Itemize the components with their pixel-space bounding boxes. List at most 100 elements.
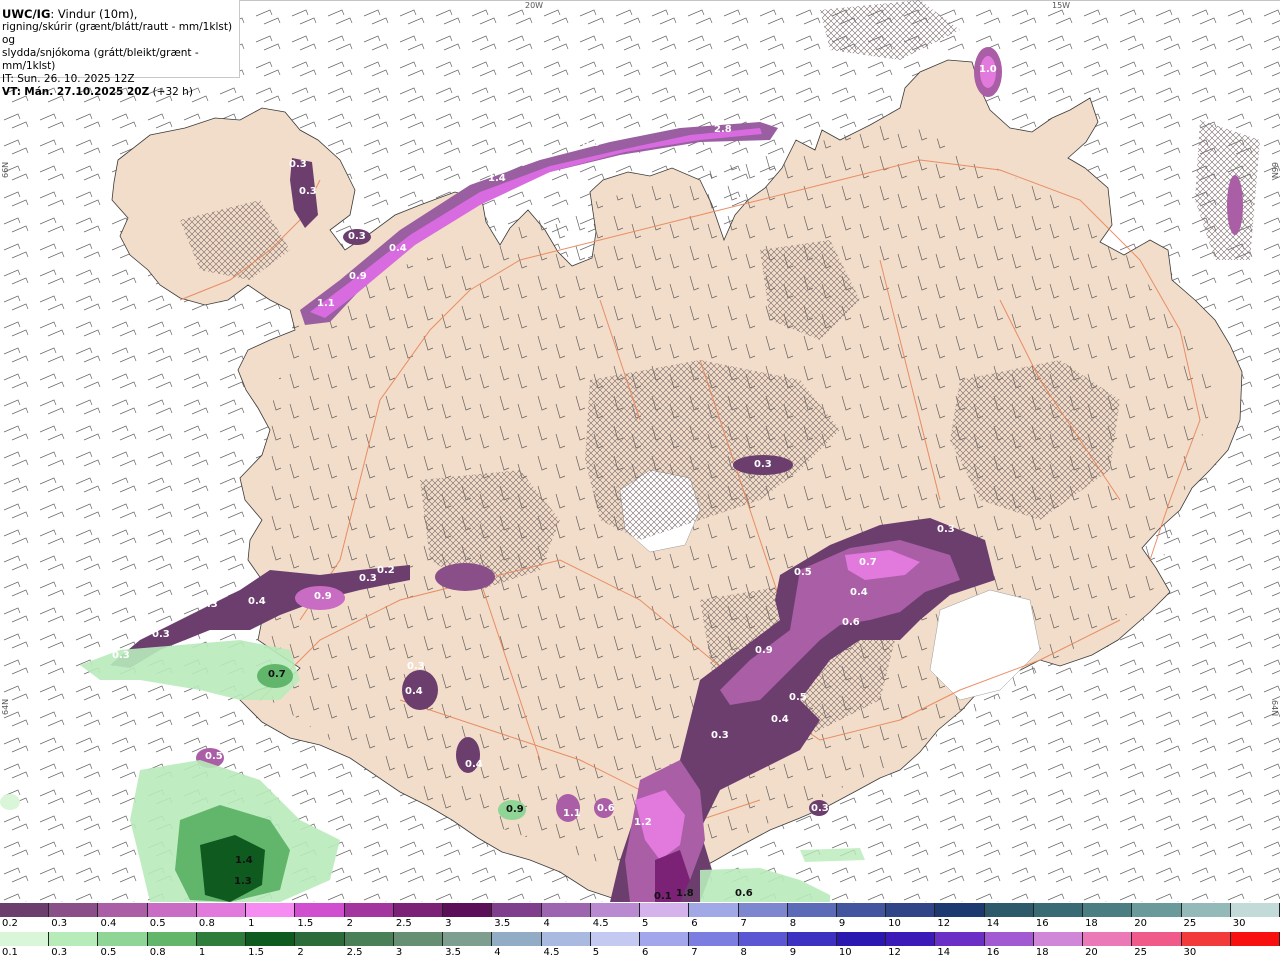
colorbar-rain [0, 932, 1280, 946]
colorbar-swatch [49, 932, 99, 946]
colorbar-swatch [935, 932, 985, 946]
colorbar-swatch [295, 932, 345, 946]
colorbar-label: 16 [986, 947, 1000, 958]
title-line3: slydda/snjókoma (grátt/bleikt/grænt - mm… [2, 47, 199, 72]
colorbar-swatch [640, 903, 690, 917]
colorbar-swatch [590, 932, 641, 946]
colorbar-swatch [344, 903, 394, 917]
colorbar-label: 1 [198, 947, 206, 958]
init-time: IT: Sun. 26. 10. 2025 12Z [2, 73, 135, 85]
colorbar-label: 1 [248, 918, 255, 929]
colorbar-label: 3.5 [494, 918, 511, 929]
colorbar-swatch [492, 903, 542, 917]
colorbar-swatch [1083, 903, 1133, 917]
colorbar-swatch [836, 903, 887, 917]
colorbar-label: 12 [888, 947, 901, 958]
colorbar-swatch [443, 903, 493, 917]
colorbar-swatch [147, 932, 197, 946]
weather-map [0, 0, 1280, 902]
brand-label: UWC/IG [2, 7, 51, 21]
colorbar-label: 7 [691, 947, 698, 958]
colorbar-swatch [1132, 932, 1182, 946]
colorbar-label: 4 [543, 918, 550, 929]
lead-time: (+32 h) [152, 86, 193, 98]
colorbar-snow-labels: 0.2 0.3 0.4 0.5 0.8 1 1.5 2 2.5 3 3.5 4 4.5 5 6 7 8 9 10 12… [0, 918, 1280, 930]
colorbar-swatch [1083, 932, 1133, 946]
colorbar-swatch [1132, 903, 1182, 917]
colorbar-label: 8 [789, 918, 797, 929]
title-line2: rigning/skúrir (grænt/blátt/rautt - mm/1… [2, 21, 233, 46]
colorbar-label: 0.8 [198, 918, 215, 929]
colorbar-label: 0.5 [149, 918, 166, 929]
colorbar-label: 3.5 [445, 947, 461, 958]
colorbar-swatch [49, 903, 99, 917]
colorbar-swatch [1230, 932, 1280, 946]
lat-tick-right-64n: 64N [1270, 700, 1279, 717]
colorbar-label: 6 [691, 918, 698, 929]
colorbar-swatch [886, 932, 936, 946]
colorbar-label: 4.5 [592, 918, 609, 929]
colorbar-swatch [984, 932, 1034, 946]
colorbar-label: 30 [1183, 947, 1197, 958]
colorbar-label: 0.8 [149, 947, 166, 958]
colorbar-swatch [787, 903, 837, 917]
colorbar-label: 16 [1035, 918, 1049, 929]
colorbar-swatch [541, 903, 591, 917]
colorbar-swatch [984, 903, 1034, 917]
colorbar-swatch [1033, 903, 1084, 917]
colorbar-swatch [738, 903, 788, 917]
colorbar-label: 0.3 [51, 918, 68, 929]
colorbar-swatch [689, 932, 739, 946]
colorbar-swatch [1181, 932, 1231, 946]
colorbar-label: 14 [986, 918, 1000, 929]
colorbar-swatch [196, 932, 247, 946]
colorbar-swatch [443, 932, 493, 946]
colorbar-label: 3 [445, 918, 452, 929]
colorbar-swatch [147, 903, 197, 917]
colorbar-label: 0.5 [100, 947, 117, 958]
colorbar-swatch [787, 932, 837, 946]
title-line1: : Vindur (10m), [50, 7, 138, 21]
colorbar-swatch [935, 903, 985, 917]
colorbar-label: 5 [642, 918, 649, 929]
colorbar-label: 0.2 [2, 918, 18, 929]
colorbar-swatch [492, 932, 542, 946]
colorbar-rain-labels: 0.1 0.3 0.5 0.8 1 1.5 2 2.5 3 3.5 4 4.5 5 6 7 8 9 10 12 14 1… [0, 947, 1280, 959]
colorbar-swatch [541, 932, 591, 946]
colorbar-swatch [0, 903, 50, 917]
colorbar-label: 4.5 [543, 947, 560, 958]
colorbar-label: 1.5 [248, 947, 265, 958]
colorbar-swatch [590, 903, 641, 917]
colorbar-swatch [295, 903, 345, 917]
colorbar-label: 3 [395, 947, 403, 958]
colorbar-label: 18 [1035, 947, 1049, 958]
colorbar-label: 0.1 [2, 947, 18, 958]
colorbar-label: 2 [346, 918, 353, 929]
map-title-box: UWC/IG: Vindur (10m), rigning/skúrir (gr… [0, 0, 240, 98]
valid-time-label: VT: [2, 86, 21, 98]
colorbar-label: 4 [494, 947, 501, 958]
colorbar-label: 30 [1232, 918, 1246, 929]
colorbar-label: 20 [1134, 918, 1148, 929]
colorbar-swatch [1230, 903, 1280, 917]
colorbar-swatch [393, 903, 444, 917]
colorbar-label: 25 [1134, 947, 1148, 958]
colorbar-swatch [640, 932, 690, 946]
colorbar-swatch [98, 903, 148, 917]
colorbar-label: 1.5 [297, 918, 314, 929]
colorbar-swatch [0, 932, 50, 946]
colorbar-label: 7 [740, 918, 747, 929]
colorbar-swatch [393, 932, 444, 946]
colorbar-swatch [836, 932, 887, 946]
colorbar-label: 14 [937, 947, 951, 958]
colorbar-label: 10 [838, 947, 852, 958]
colorbar-label: 2 [297, 947, 304, 958]
colorbar-label: 18 [1085, 918, 1098, 929]
colorbar-swatch [1181, 903, 1231, 917]
valid-time: Mán. 27.10.2025 20Z [24, 86, 150, 98]
colorbar-label: 25 [1183, 918, 1197, 929]
colorbar-swatch [98, 932, 148, 946]
colorbar-label: 2.5 [346, 947, 363, 958]
colorbar-swatch [689, 903, 739, 917]
colorbar-swatch [246, 903, 296, 917]
